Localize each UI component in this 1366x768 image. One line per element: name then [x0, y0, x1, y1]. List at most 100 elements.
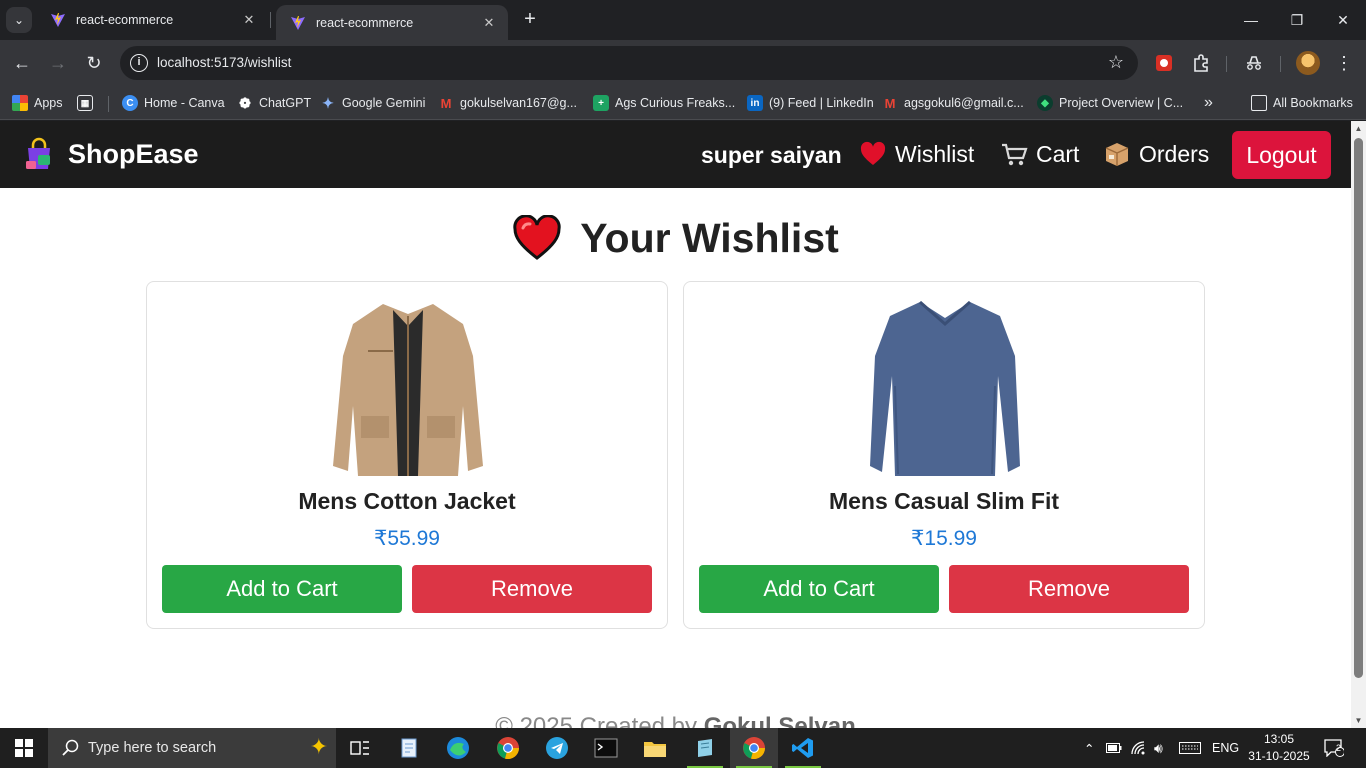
vite-favicon-icon	[291, 15, 305, 30]
keyboard-icon[interactable]	[1179, 728, 1201, 768]
scroll-down-arrow-icon[interactable]: ▼	[1351, 713, 1366, 728]
page-scrollbar[interactable]: ▲ ▼	[1351, 121, 1366, 728]
bookmark-gemini[interactable]: ✦ Google Gemini	[320, 93, 425, 113]
profile-avatar[interactable]	[1296, 51, 1320, 75]
address-url[interactable]: localhost:5173/wishlist	[157, 55, 291, 70]
language-indicator[interactable]: ENG	[1212, 728, 1239, 768]
file-explorer-app-icon[interactable]	[631, 728, 679, 768]
windows-start-button[interactable]	[0, 728, 48, 768]
logout-button[interactable]: Logout	[1232, 131, 1331, 179]
tab-1[interactable]: react-ecommerce ✕	[36, 0, 268, 40]
tab-title: react-ecommerce	[316, 15, 414, 30]
bookmark-chatgpt[interactable]: ❁ ChatGPT	[237, 93, 311, 113]
mongodb-leaf-icon: ◆	[1037, 95, 1053, 111]
bookmark-linkedin[interactable]: in (9) Feed | LinkedIn	[747, 93, 874, 113]
new-tab-plus-icon[interactable]: +	[518, 8, 542, 32]
tab-close-icon[interactable]: ✕	[480, 15, 498, 31]
tab-title: react-ecommerce	[76, 13, 174, 27]
bookmark-label: ChatGPT	[259, 96, 312, 110]
scroll-up-arrow-icon[interactable]: ▲	[1351, 121, 1366, 136]
address-bar[interactable]: i localhost:5173/wishlist ☆	[120, 46, 1138, 80]
sheets-icon: +	[593, 95, 609, 111]
clock-time: 13:05	[1263, 732, 1295, 746]
all-bookmarks-label: All Bookmarks	[1273, 96, 1353, 110]
terminal-app-icon[interactable]	[582, 728, 630, 768]
bookmark-ags-curious[interactable]: + Ags Curious Freaks...	[593, 93, 735, 113]
notes-app-icon[interactable]	[681, 728, 729, 768]
page-title: Your Wishlist	[0, 213, 1351, 263]
wifi-icon[interactable]	[1131, 728, 1147, 768]
bookmark-canva[interactable]: C Home - Canva	[122, 93, 225, 113]
bookmarks-bar: Apps ▦ C Home - Canva ❁ ChatGPT ✦ Google…	[0, 86, 1366, 120]
nav-wishlist-label: Wishlist	[895, 140, 975, 167]
vscode-app-icon[interactable]	[779, 728, 827, 768]
heart-icon	[513, 215, 561, 260]
notifications-icon[interactable]: 2	[1324, 728, 1344, 768]
nav-orders-link[interactable]: Orders	[1103, 140, 1209, 168]
nav-cart-label: Cart	[1036, 140, 1080, 167]
show-hidden-icons-chevron[interactable]: ⌃	[1084, 728, 1094, 768]
clock-date: 31-10-2025	[1248, 749, 1310, 763]
tab-2-active[interactable]: react-ecommerce ✕	[276, 5, 508, 40]
all-bookmarks-folder[interactable]: All Bookmarks	[1251, 93, 1353, 113]
linkedin-icon: in	[747, 95, 763, 111]
nav-username: super saiyan	[701, 142, 842, 168]
chatgpt-icon: ❁	[239, 94, 251, 111]
chrome-app-icon[interactable]	[484, 728, 532, 768]
close-window-icon[interactable]: ✕	[1320, 0, 1366, 40]
search-highlight-sparkle-icon: ✦	[309, 734, 328, 759]
telegram-app-icon[interactable]	[533, 728, 581, 768]
back-arrow-icon[interactable]: ←	[9, 50, 35, 76]
browser-menu-icon[interactable]: ⋮	[1332, 51, 1356, 75]
tab-close-icon[interactable]: ✕	[240, 12, 258, 28]
product-name: Mens Cotton Jacket	[298, 488, 516, 514]
brand-logo[interactable]: ShopEase	[22, 137, 199, 171]
add-to-cart-button[interactable]: Add to Cart	[162, 565, 402, 613]
bookmark-label: Home - Canva	[144, 96, 225, 110]
page-title-text: Your Wishlist	[580, 214, 839, 261]
edge-app-icon[interactable]	[434, 728, 482, 768]
notification-count: 2	[1336, 743, 1342, 753]
restore-icon[interactable]: ❐	[1274, 0, 1320, 40]
bookmark-apps[interactable]: Apps	[12, 93, 63, 113]
footer-author: Gokul Selvan	[703, 713, 856, 728]
bookmark-label: Apps	[34, 96, 63, 110]
windows-taskbar: Type here to search ✦ ⌃ 🔊︎ ENG 13:05 31-…	[0, 728, 1366, 768]
tab-search-button[interactable]: ⌄	[6, 7, 32, 33]
volume-icon[interactable]: 🔊︎	[1154, 728, 1163, 768]
tab-groups-icon[interactable]: ▦	[77, 93, 99, 113]
bookmark-project-overview[interactable]: ◆ Project Overview | C...	[1037, 93, 1183, 113]
bookmark-label: gokulselvan167@g...	[460, 96, 577, 110]
brand-name: ShopEase	[68, 138, 199, 169]
more-bookmarks-chevron-icon[interactable]: »	[1204, 93, 1213, 113]
notepad-app-icon[interactable]	[386, 728, 434, 768]
nav-orders-label: Orders	[1139, 140, 1210, 167]
task-view-icon[interactable]	[336, 728, 384, 768]
gmail-icon: M	[884, 95, 896, 111]
bookmark-label: agsgokul6@gmail.c...	[904, 96, 1024, 110]
extensions-puzzle-icon[interactable]	[1189, 51, 1213, 75]
bookmark-label: Ags Curious Freaks...	[615, 96, 736, 110]
remove-button[interactable]: Remove	[949, 565, 1189, 613]
forward-arrow-icon[interactable]: →	[45, 50, 71, 76]
add-to-cart-button[interactable]: Add to Cart	[699, 565, 939, 613]
nav-cart-link[interactable]: Cart	[1000, 140, 1079, 168]
site-info-icon[interactable]: i	[130, 54, 148, 72]
scroll-thumb[interactable]	[1354, 138, 1363, 678]
remove-button[interactable]: Remove	[412, 565, 652, 613]
chrome-active-app-icon[interactable]	[730, 728, 778, 768]
nav-wishlist-link[interactable]: Wishlist	[859, 140, 974, 168]
taskbar-clock[interactable]: 13:05 31-10-2025	[1244, 731, 1314, 765]
bookmark-gmail-1[interactable]: M gokulselvan167@g...	[438, 93, 577, 113]
bookmark-star-icon[interactable]: ☆	[1108, 52, 1124, 73]
bookmark-gmail-2[interactable]: M agsgokul6@gmail.c...	[882, 93, 1024, 113]
taskbar-search[interactable]: Type here to search ✦	[48, 728, 336, 768]
minimize-icon[interactable]: —	[1228, 0, 1274, 40]
taskbar-search-placeholder: Type here to search	[88, 740, 217, 756]
incognito-icon[interactable]	[1242, 51, 1266, 75]
product-price: ₹15.99	[911, 527, 977, 550]
product-name: Mens Casual Slim Fit	[828, 488, 1060, 514]
reload-icon[interactable]: ↻	[81, 50, 107, 76]
battery-icon[interactable]	[1106, 728, 1122, 768]
extension-red-icon[interactable]	[1152, 51, 1176, 75]
